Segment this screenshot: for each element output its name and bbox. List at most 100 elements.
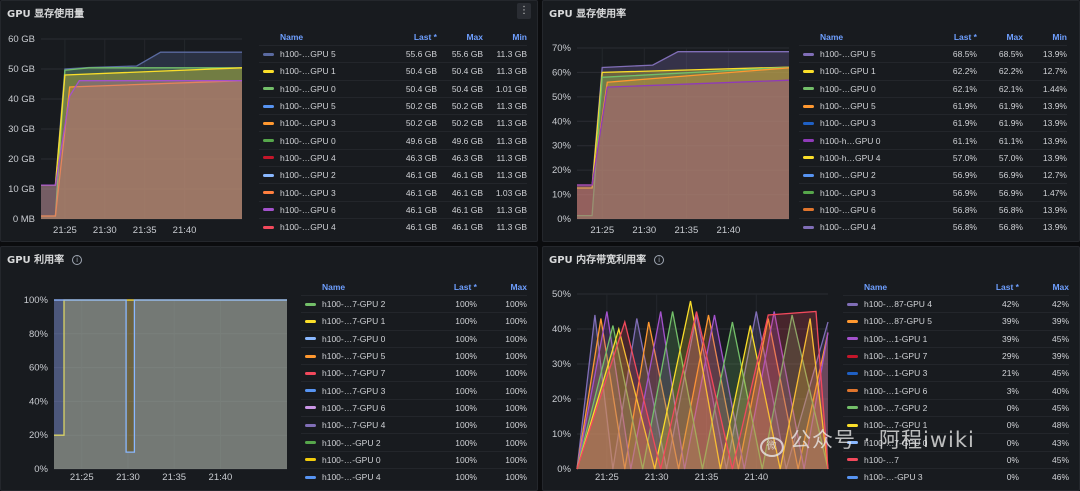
legend-value: 50.2 GB — [451, 118, 483, 129]
legend-row[interactable]: h100-…GPU 3 61.9% 61.9% 13.9% — [799, 114, 1067, 131]
legend-row[interactable]: h100-…-GPU 0 100% 100% — [301, 450, 527, 468]
legend-value: 100% — [505, 472, 527, 483]
x-tick-label: 21:25 — [590, 225, 614, 236]
legend-row[interactable]: h100-…7-GPU 1 100% 100% — [301, 312, 527, 329]
x-tick-label: 21:35 — [674, 225, 698, 236]
legend-row[interactable]: h100-…-GPU 3 0% 46% — [843, 467, 1069, 485]
legend-column-header[interactable]: Last * — [959, 282, 1019, 292]
legend-row[interactable]: h100-…GPU 0 62.1% 62.1% 1.44% — [799, 79, 1067, 97]
legend-header: Name Last * Max Min — [259, 29, 527, 45]
legend-name-text: h100-…1-GPU 1 — [864, 333, 928, 344]
series-color-swatch — [263, 156, 274, 160]
legend-row[interactable]: h100-…7-GPU 2 100% 100% — [301, 295, 527, 312]
legend-row[interactable]: h100-…GPU 1 62.2% 62.2% 12.7% — [799, 62, 1067, 79]
legend-name-text: h100-…87-GPU 4 — [864, 299, 933, 310]
legend-row[interactable]: h100-…GPU 6 56.8% 56.8% 13.9% — [799, 200, 1067, 218]
legend-column-header[interactable]: Max — [1019, 282, 1069, 292]
legend-name-text: h100-…-GPU 3 — [864, 472, 923, 483]
legend-row[interactable]: h100-h…GPU 4 57.0% 57.0% 13.9% — [799, 148, 1067, 166]
legend-row[interactable]: h100-…GPU 3 56.9% 56.9% 1.47% — [799, 183, 1067, 200]
y-tick-label: 40% — [552, 324, 572, 335]
legend-row[interactable]: h100-…1-GPU 3 21% 45% — [843, 364, 1069, 381]
legend-name: h100-…1-GPU 6 — [843, 386, 959, 396]
series-color-swatch — [263, 173, 274, 177]
legend-value: 50.4 GB — [405, 66, 437, 77]
legend-column-header[interactable]: Max — [477, 282, 527, 292]
legend-name-text: h100-…7-GPU 3 — [322, 385, 386, 396]
legend-value: 0% — [1006, 402, 1019, 413]
legend-row[interactable]: h100-…7-GPU 4 100% 100% — [301, 416, 527, 433]
legend-column-header[interactable]: Max — [437, 32, 483, 42]
legend-row[interactable]: h100-…GPU 0 49.6 GB 49.6 GB 11.3 GB — [259, 131, 527, 148]
legend-row[interactable]: h100-…GPU 2 46.1 GB 46.1 GB 11.3 GB — [259, 166, 527, 183]
legend-row[interactable]: h100-…7-GPU 5 100% 100% — [301, 346, 527, 364]
legend-value: 100% — [455, 454, 477, 465]
legend-row[interactable]: h100-…87-GPU 5 39% 39% — [843, 312, 1069, 329]
legend-row[interactable]: h100-…GPU 5 50.2 GB 50.2 GB 11.3 GB — [259, 96, 527, 114]
legend-column-header[interactable]: Min — [483, 32, 527, 42]
legend-value: 11.3 GB — [496, 49, 527, 60]
y-tick-label: 50% — [552, 92, 572, 103]
legend-row[interactable]: h100-…-GPU 2 100% 100% — [301, 433, 527, 450]
legend-row[interactable]: h100-…GPU 4 56.8% 56.8% 13.9% — [799, 217, 1067, 235]
legend-column-header[interactable]: Last * — [377, 32, 437, 42]
legend-value: 45% — [1051, 454, 1069, 465]
legend-value: 50.4 GB — [451, 66, 483, 77]
legend-row[interactable]: h100-…7-GPU 6 100% 100% — [301, 398, 527, 416]
legend-value: 50.4 GB — [451, 83, 483, 94]
legend-row[interactable]: h100-…GPU 3 50.2 GB 50.2 GB 11.3 GB — [259, 114, 527, 131]
series-color-swatch — [305, 389, 316, 393]
legend-column-header[interactable]: Name — [301, 282, 417, 292]
legend-value: 100% — [505, 454, 527, 465]
legend-row[interactable]: h100-…1-GPU 1 39% 45% — [843, 329, 1069, 347]
legend-column-header[interactable]: Min — [1023, 32, 1067, 42]
legend-name: h100-…-GPU 2 — [301, 438, 417, 448]
legend-column-header[interactable]: Name — [799, 32, 917, 42]
legend-header: Name Last * Max — [301, 279, 527, 295]
legend-name: h100-…1-GPU 3 — [843, 368, 959, 378]
legend-name-text: h100-…GPU 0 — [820, 83, 876, 94]
legend-name-text: h100-…GPU 3 — [280, 187, 336, 198]
legend-row[interactable]: h100-…GPU 3 46.1 GB 46.1 GB 1.03 GB — [259, 183, 527, 200]
legend-row[interactable]: h100-…1-GPU 6 3% 40% — [843, 381, 1069, 398]
legend-row[interactable]: h100-…GPU 5 61.9% 61.9% 13.9% — [799, 96, 1067, 114]
legend-row[interactable]: h100-…7-GPU 3 100% 100% — [301, 381, 527, 398]
legend-row[interactable]: h100-…7-GPU 2 0% 45% — [843, 398, 1069, 416]
legend-name: h100-…GPU 0 — [259, 84, 377, 94]
legend-row[interactable]: h100-…GPU 5 68.5% 68.5% 13.9% — [799, 45, 1067, 62]
legend-column-header[interactable]: Last * — [917, 32, 977, 42]
legend-row[interactable]: h100-…GPU 2 56.9% 56.9% 12.7% — [799, 166, 1067, 183]
legend-value: 56.9% — [998, 170, 1023, 181]
legend-row[interactable]: h100-…-GPU 4 100% 100% — [301, 467, 527, 485]
legend-value: 61.1% — [998, 135, 1023, 146]
series-color-swatch — [803, 104, 814, 108]
legend-column-header[interactable]: Name — [259, 32, 377, 42]
legend-row[interactable]: h100-…GPU 6 46.1 GB 46.1 GB 11.3 GB — [259, 200, 527, 218]
legend-row[interactable]: h100-…GPU 0 50.4 GB 50.4 GB 1.01 GB — [259, 79, 527, 97]
legend-name-text: h100-…-GPU 0 — [322, 454, 381, 465]
x-tick-label: 21:35 — [695, 472, 719, 483]
legend-row[interactable]: h100-…7-GPU 0 100% 100% — [301, 329, 527, 347]
legend-row[interactable]: h100-…7-GPU 7 100% 100% — [301, 364, 527, 381]
legend-name: h100-…GPU 4 — [259, 222, 377, 232]
legend-value: 42% — [1051, 299, 1069, 310]
legend-row[interactable]: h100-…GPU 5 55.6 GB 55.6 GB 11.3 GB — [259, 45, 527, 62]
legend-row[interactable]: h100-…GPU 4 46.3 GB 46.3 GB 11.3 GB — [259, 148, 527, 166]
series-color-swatch — [847, 371, 858, 375]
legend-row[interactable]: h100-…GPU 4 46.1 GB 46.1 GB 11.3 GB — [259, 217, 527, 235]
legend-row[interactable]: h100-h…GPU 0 61.1% 61.1% 13.9% — [799, 131, 1067, 148]
legend-column-header[interactable]: Name — [843, 282, 959, 292]
legend-column-header[interactable]: Max — [977, 32, 1023, 42]
legend-value: 100% — [455, 368, 477, 379]
legend-row[interactable]: h100-…1-GPU 7 29% 39% — [843, 346, 1069, 364]
legend-row[interactable]: h100-…GPU 1 50.4 GB 50.4 GB 11.3 GB — [259, 62, 527, 79]
x-tick-label: 21:40 — [209, 472, 233, 483]
legend-column-header[interactable]: Last * — [417, 282, 477, 292]
legend-value: 100% — [505, 351, 527, 362]
legend-value: 46.1 GB — [451, 222, 483, 233]
legend-value: 13.9% — [1042, 152, 1067, 163]
legend-value: 46.1 GB — [451, 187, 483, 198]
x-tick-label: 21:25 — [53, 225, 77, 236]
legend-row[interactable]: h100-…87-GPU 4 42% 42% — [843, 295, 1069, 312]
legend-value: 100% — [455, 420, 477, 431]
